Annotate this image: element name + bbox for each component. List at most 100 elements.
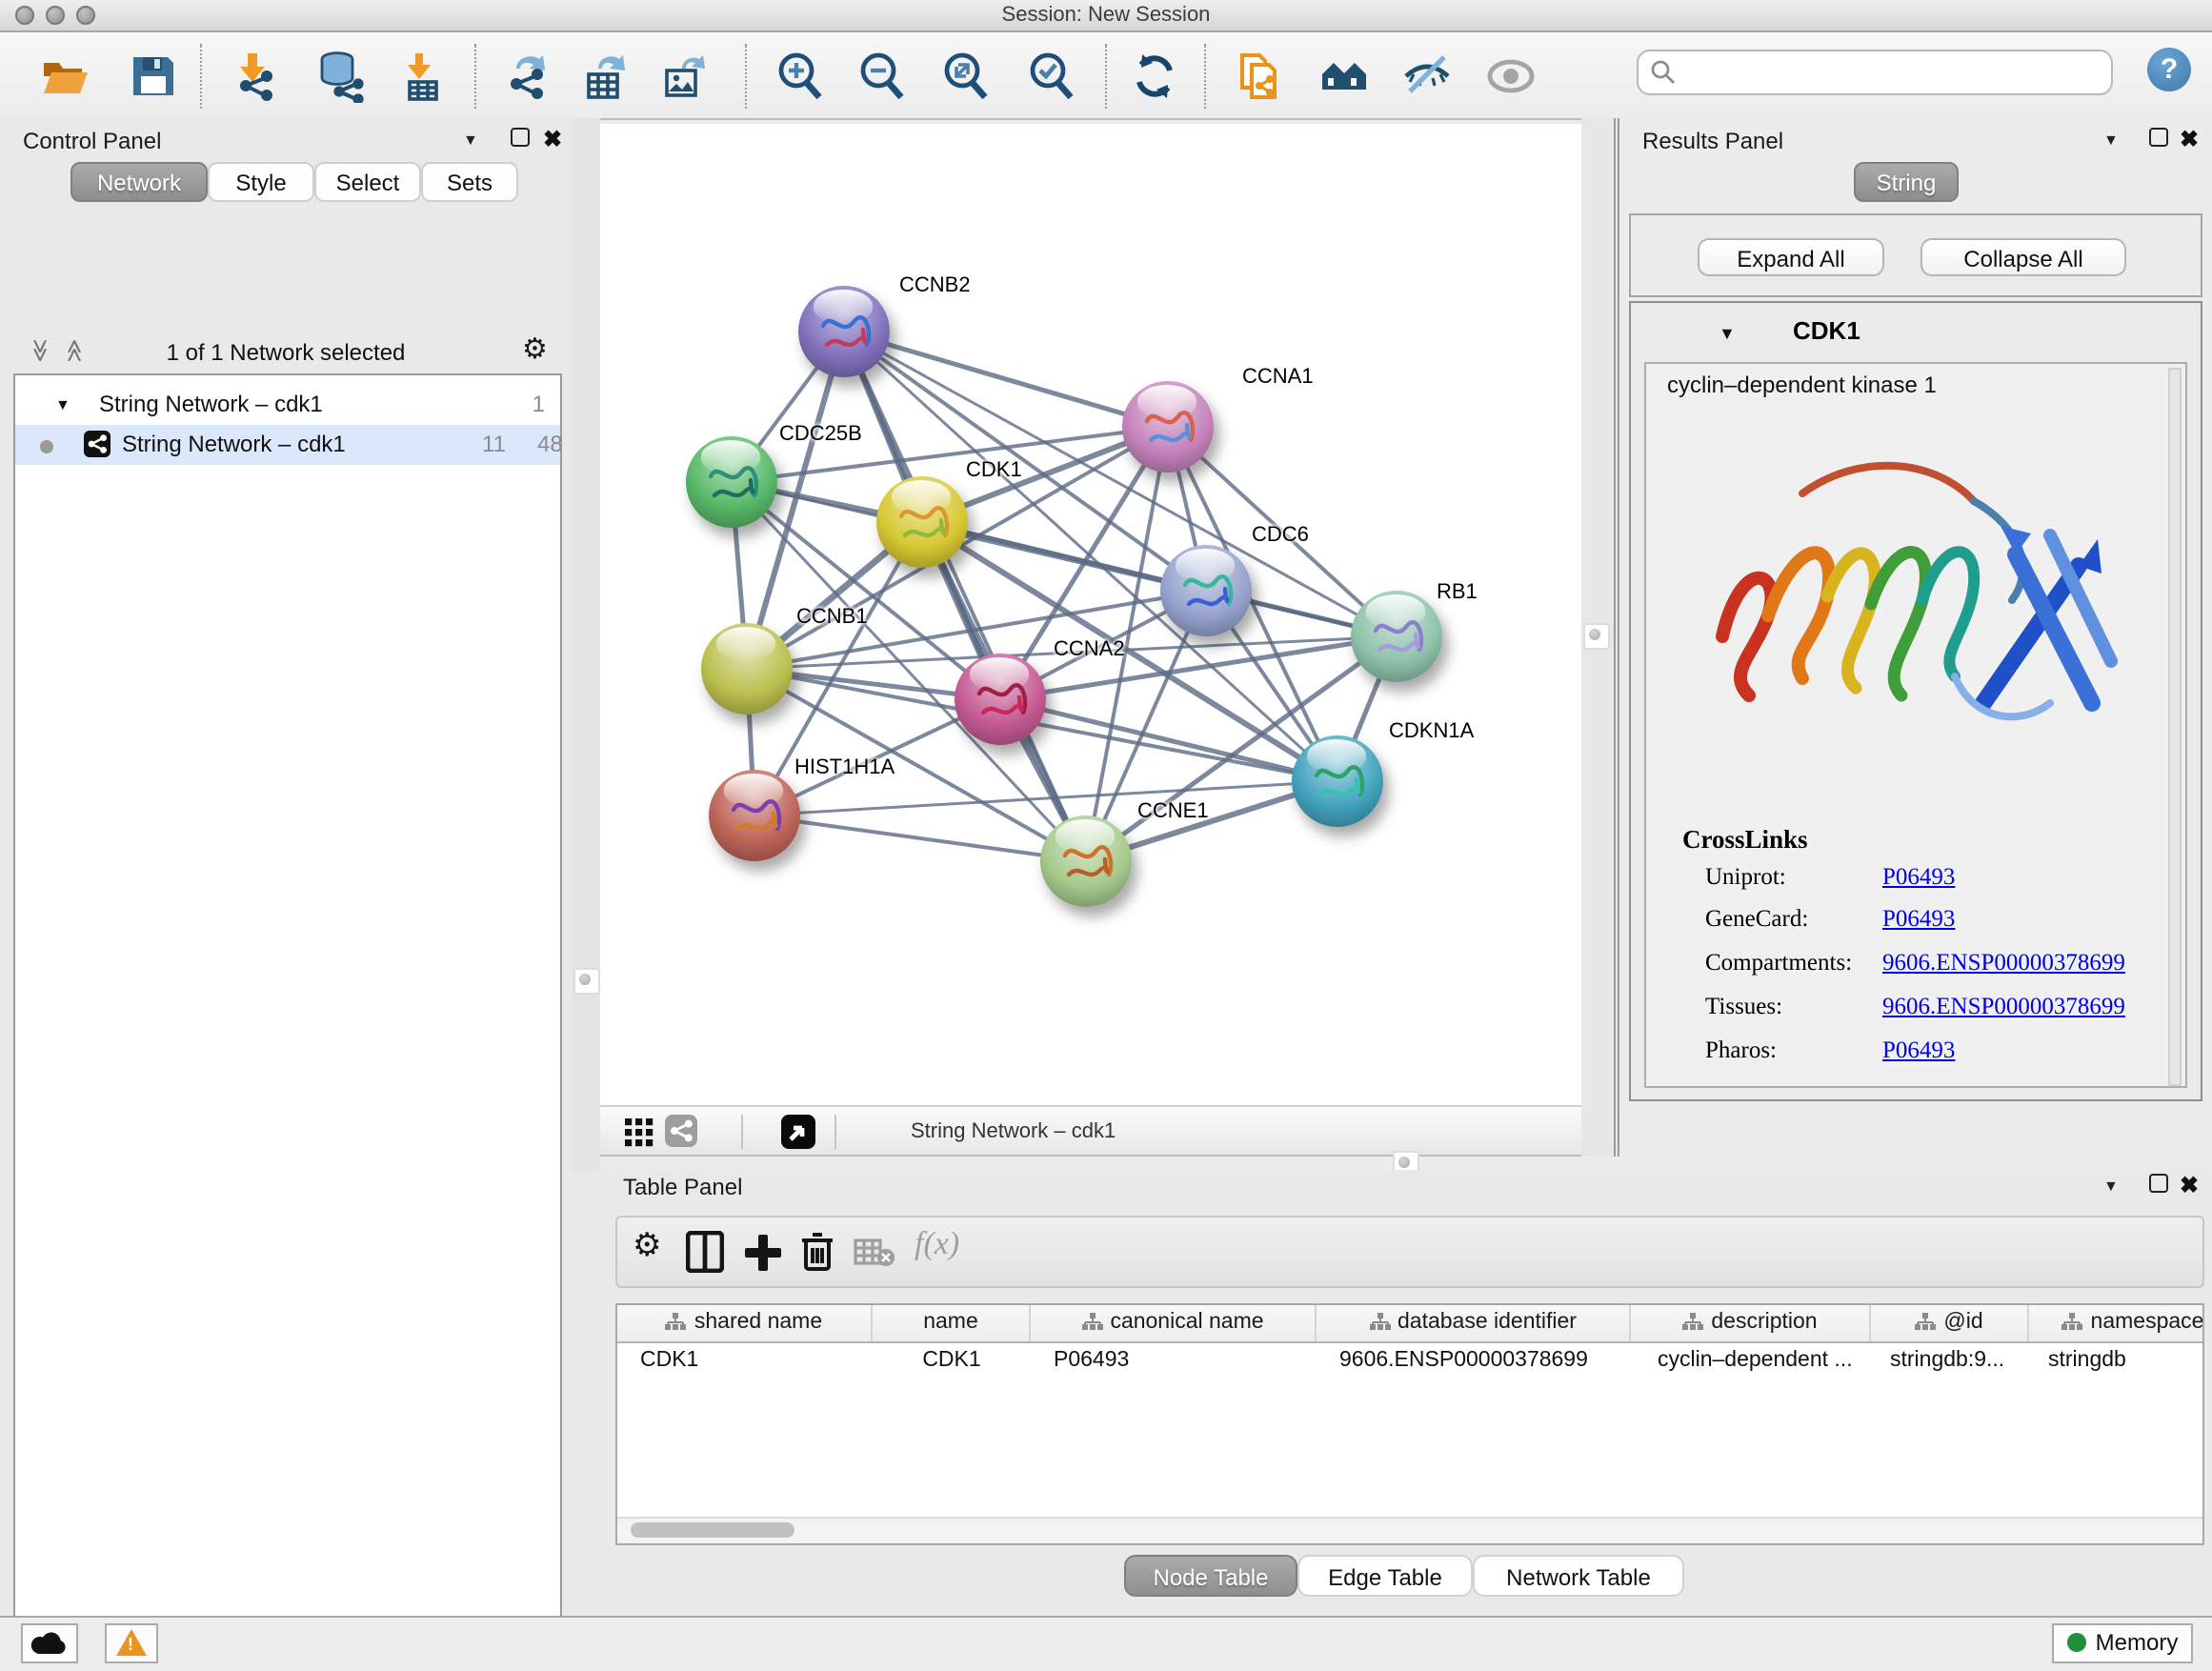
export-network-icon[interactable] xyxy=(501,50,554,103)
show-columns-icon[interactable] xyxy=(686,1231,724,1282)
tab-sets[interactable]: Sets xyxy=(421,162,518,202)
cell-namespace: stringdb xyxy=(2029,1343,2204,1378)
protein-details-scrollbar[interactable] xyxy=(2168,368,2182,1086)
results-panel-close-icon[interactable]: ✖ xyxy=(2180,126,2199,152)
import-network-from-database-icon[interactable] xyxy=(314,50,368,103)
network-node-CCNB1[interactable] xyxy=(701,623,793,715)
crosslink-link[interactable]: P06493 xyxy=(1882,905,1955,934)
network-row[interactable]: String Network – cdk1 11 48 xyxy=(15,425,560,465)
memory-button[interactable]: Memory xyxy=(2052,1623,2193,1663)
zoom-selected-icon[interactable] xyxy=(1025,50,1078,103)
export-table-icon[interactable] xyxy=(579,50,633,103)
network-node-CCNE1[interactable] xyxy=(1040,815,1132,907)
show-all-icon-disabled xyxy=(1484,50,1538,103)
save-session-icon[interactable] xyxy=(126,50,179,103)
network-node-CCNA1[interactable] xyxy=(1122,381,1214,473)
network-label: String Network – cdk1 xyxy=(122,425,346,465)
tab-edge-table[interactable]: Edge Table xyxy=(1297,1555,1473,1597)
function-builder-icon-disabled: f(x) xyxy=(915,1225,959,1263)
protein-collapse-icon[interactable]: ▼ xyxy=(1719,324,1736,343)
birds-eye-view-icon[interactable] xyxy=(781,1115,815,1149)
import-network-icon[interactable] xyxy=(229,50,282,103)
column-header-name[interactable]: name xyxy=(873,1305,1031,1341)
cloud-status-button[interactable] xyxy=(21,1623,78,1663)
column-header-database-identifier[interactable]: database identifier xyxy=(1317,1305,1631,1341)
tab-network[interactable]: Network xyxy=(70,162,208,202)
tab-node-table[interactable]: Node Table xyxy=(1124,1555,1297,1597)
network-collection-row[interactable]: ▼ String Network – cdk1 1 xyxy=(15,385,560,425)
table-gear-icon[interactable]: ⚙ xyxy=(633,1227,662,1265)
search-input[interactable] xyxy=(1637,50,2113,95)
network-node-CDK1[interactable] xyxy=(876,476,968,568)
table-panel-splitter[interactable] xyxy=(600,1157,2212,1170)
column-header-canonical-name[interactable]: canonical name xyxy=(1031,1305,1317,1341)
table-horizontal-scrollbar[interactable] xyxy=(617,1517,2202,1543)
control-panel-menu-icon[interactable]: ▼ xyxy=(463,130,478,151)
collection-expand-icon[interactable]: ▼ xyxy=(55,385,70,425)
open-session-icon[interactable] xyxy=(38,50,91,103)
results-panel-float-icon[interactable] xyxy=(2149,128,2168,154)
network-selected-status: 1 of 1 Network selected xyxy=(76,332,495,373)
expand-all-button[interactable]: Expand All xyxy=(1698,238,1884,276)
collapse-all-button[interactable]: Collapse All xyxy=(1920,238,2126,276)
zoom-fit-icon[interactable] xyxy=(939,50,993,103)
home-networks-icon[interactable] xyxy=(1318,50,1372,103)
control-panel-float-icon[interactable] xyxy=(511,128,530,154)
zoom-out-icon[interactable] xyxy=(855,50,909,103)
network-view-title: String Network – cdk1 xyxy=(911,1107,1116,1158)
column-header-description[interactable]: description xyxy=(1631,1305,1871,1341)
network-view-toolbar: String Network – cdk1 ✓ 1 - 0 0 - 0 xyxy=(600,1105,1581,1157)
add-column-icon[interactable] xyxy=(743,1231,781,1282)
crosslink-link[interactable]: 9606.ENSP00000378699 xyxy=(1882,949,2125,977)
protein-description: cyclin–dependent kinase 1 xyxy=(1667,372,1937,398)
results-panel: Results Panel ▼ ✖ String Expand All Coll… xyxy=(1619,118,2212,1157)
crosslink-link[interactable]: P06493 xyxy=(1882,1037,1955,1065)
import-table-icon[interactable] xyxy=(396,50,450,103)
network-node-CDC6[interactable] xyxy=(1160,545,1252,636)
table-panel-close-icon[interactable]: ✖ xyxy=(2180,1172,2199,1198)
hide-selected-icon[interactable] xyxy=(1400,50,1454,103)
table-panel-menu-icon[interactable]: ▼ xyxy=(2103,1176,2119,1197)
tab-network-table[interactable]: Network Table xyxy=(1473,1555,1684,1597)
control-panel-close-icon[interactable]: ✖ xyxy=(543,126,562,152)
column-header-shared-name[interactable]: shared name xyxy=(617,1305,873,1341)
delete-column-icon[interactable] xyxy=(800,1231,835,1282)
column-header-@id[interactable]: @id xyxy=(1871,1305,2029,1341)
export-image-icon[interactable] xyxy=(659,50,713,103)
results-panel-splitter[interactable] xyxy=(1581,118,1619,1157)
tab-select[interactable]: Select xyxy=(314,162,421,202)
protein-result-card: ▼ CDK1 cyclin–dependent kinase 1 xyxy=(1629,301,2202,1101)
toolbar-separator xyxy=(1105,44,1107,109)
tab-style[interactable]: Style xyxy=(208,162,314,202)
network-view-icon[interactable] xyxy=(665,1115,697,1147)
network-node-CDC25B[interactable] xyxy=(686,436,777,528)
protein-header[interactable]: ▼ CDK1 xyxy=(1631,303,2201,360)
collapse-all-icon[interactable]: ≫ xyxy=(28,338,54,362)
network-canvas[interactable]: CCNB2 CCNA1 CDC25B CDK1 CDC6 RB1CCNB1 CC… xyxy=(600,124,1581,1105)
table-row[interactable]: CDK1CDK1P064939606.ENSP00000378699cyclin… xyxy=(617,1343,2202,1378)
network-node-HIST1H1A[interactable] xyxy=(709,770,800,861)
column-header-namespace[interactable]: namespace xyxy=(2029,1305,2204,1341)
clone-network-icon[interactable] xyxy=(1233,50,1286,103)
network-node-CDKN1A[interactable] xyxy=(1292,735,1383,827)
results-panel-menu-icon[interactable]: ▼ xyxy=(2103,130,2119,151)
network-node-CCNA2[interactable] xyxy=(955,654,1046,745)
zoom-in-icon[interactable] xyxy=(774,50,827,103)
grid-view-icon[interactable] xyxy=(625,1118,654,1157)
node-table[interactable]: shared namenamecanonical namedatabase id… xyxy=(615,1303,2204,1545)
network-options-gear-icon[interactable]: ⚙ xyxy=(522,332,548,366)
network-node-CCNB2[interactable] xyxy=(798,286,890,377)
node-label-CCNE1: CCNE1 xyxy=(1137,800,1209,823)
crosslink-link[interactable]: 9606.ENSP00000378699 xyxy=(1882,993,2125,1021)
table-panel-float-icon[interactable] xyxy=(2149,1174,2168,1200)
help-icon[interactable]: ? xyxy=(2147,48,2191,91)
network-node-RB1[interactable] xyxy=(1351,591,1442,682)
warnings-button[interactable] xyxy=(105,1623,158,1663)
crosslink-link[interactable]: P06493 xyxy=(1882,863,1955,892)
refresh-icon[interactable] xyxy=(1128,50,1181,103)
warning-icon xyxy=(116,1629,147,1656)
titlebar: Session: New Session xyxy=(0,0,2212,32)
node-label-CCNB1: CCNB1 xyxy=(796,606,868,629)
tab-string[interactable]: String xyxy=(1854,162,1959,202)
main-toolbar: ? xyxy=(0,32,2212,120)
